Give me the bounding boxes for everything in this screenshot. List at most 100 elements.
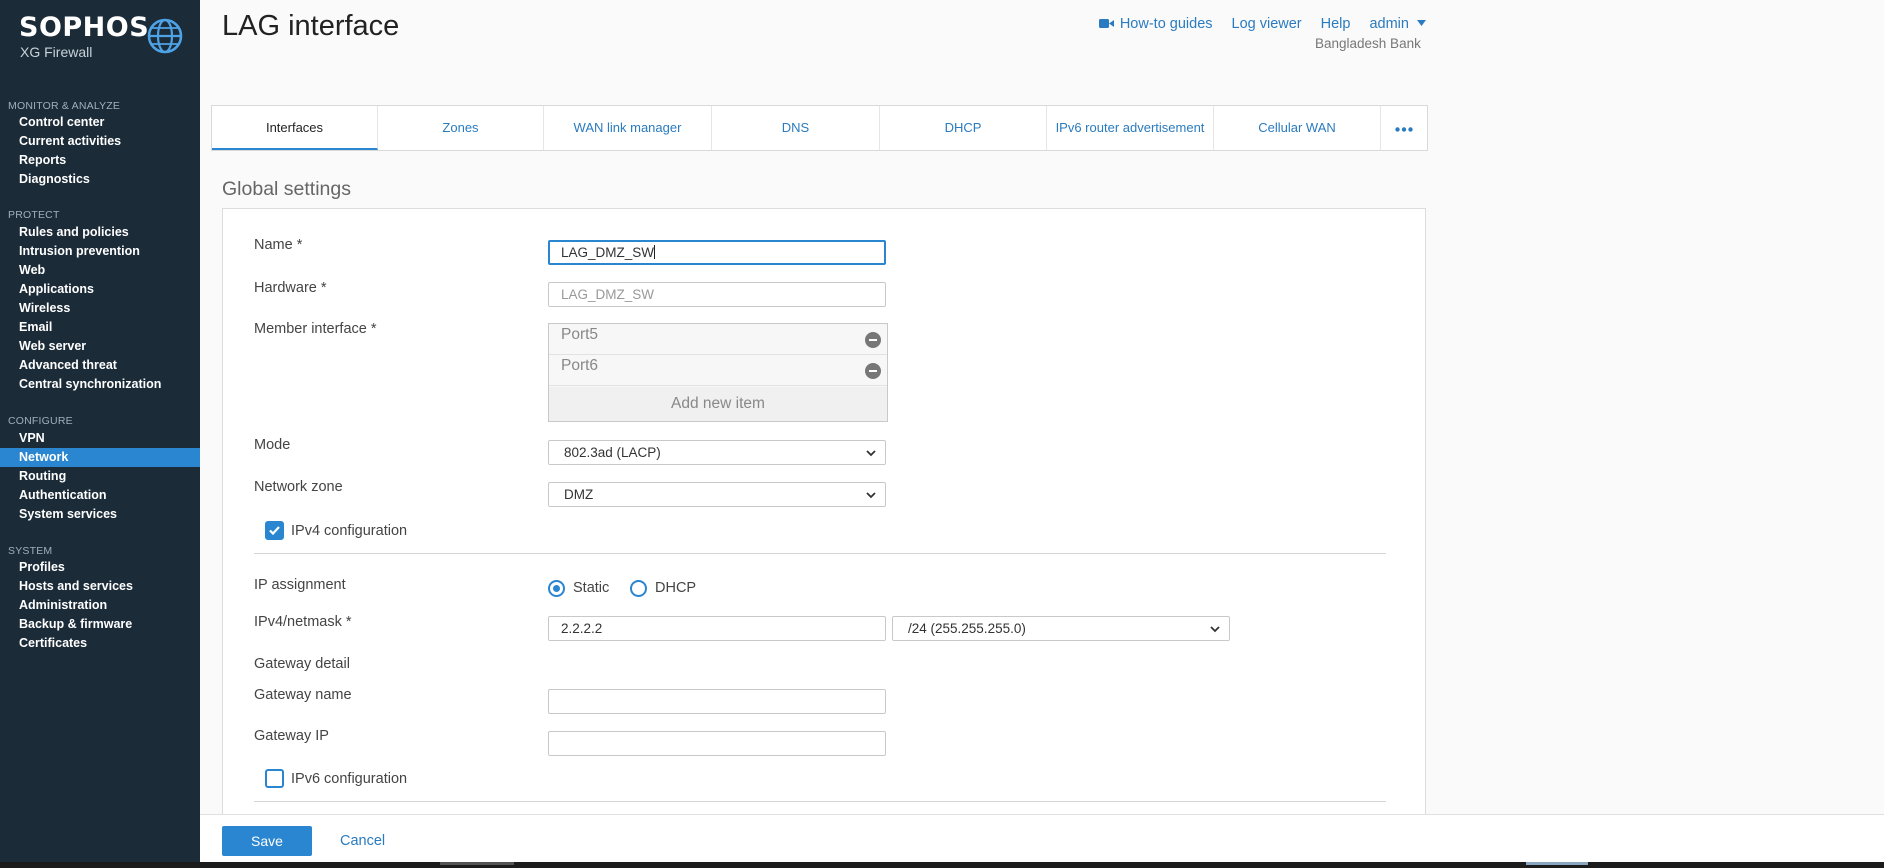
network-zone-label: Network zone xyxy=(254,479,343,495)
tab-more[interactable] xyxy=(1381,106,1427,150)
cancel-button[interactable]: Cancel xyxy=(340,826,385,856)
sidebar-item-routing[interactable]: Routing xyxy=(0,467,200,486)
remove-icon[interactable] xyxy=(865,332,881,348)
mode-value: 802.3ad (LACP) xyxy=(564,445,661,460)
name-input[interactable]: LAG_DMZ_SW xyxy=(548,240,886,265)
sidebar-item-backup-firmware[interactable]: Backup & firmware xyxy=(0,615,200,634)
member-interface-label: Member interface * xyxy=(254,321,377,337)
sidebar-item-web-server[interactable]: Web server xyxy=(0,337,200,356)
globe-icon xyxy=(147,18,183,54)
member-interface-list: Port5 Port6 Add new item xyxy=(548,323,888,422)
sidebar-item-advanced-threat[interactable]: Advanced threat xyxy=(0,356,200,375)
sidebar-item-authentication[interactable]: Authentication xyxy=(0,486,200,505)
admin-label: admin xyxy=(1369,16,1409,32)
gateway-name-label: Gateway name xyxy=(254,687,352,703)
howto-guides-link[interactable]: How-to guides xyxy=(1098,16,1213,32)
brand-product: XG Firewall xyxy=(20,44,93,60)
page-title: LAG interface xyxy=(222,10,400,42)
hardware-input: LAG_DMZ_SW xyxy=(548,282,886,307)
sidebar-item-applications[interactable]: Applications xyxy=(0,280,200,299)
static-radio-label: Static xyxy=(573,580,610,596)
sidebar-item-vpn[interactable]: VPN xyxy=(0,429,200,448)
divider xyxy=(254,801,1386,802)
chevron-down-icon xyxy=(1210,626,1220,633)
sidebar-item-current-activities[interactable]: Current activities xyxy=(0,132,200,151)
sidebar-item-diagnostics[interactable]: Diagnostics xyxy=(0,170,200,189)
add-new-item-button[interactable]: Add new item xyxy=(549,387,887,421)
name-label: Name * xyxy=(254,237,303,253)
mode-select[interactable]: 802.3ad (LACP) xyxy=(548,440,886,465)
sidebar-item-hosts-and-services[interactable]: Hosts and services xyxy=(0,577,200,596)
gateway-ip-input[interactable] xyxy=(548,731,886,756)
section-title: Global settings xyxy=(222,178,351,200)
bottom-bar-marker xyxy=(1526,862,1588,865)
form-footer: Save Cancel xyxy=(200,814,1884,862)
sidebar-item-network[interactable]: Network xyxy=(0,448,200,467)
hardware-label: Hardware * xyxy=(254,280,327,296)
network-zone-value: DMZ xyxy=(564,487,594,502)
name-value: LAG_DMZ_SW xyxy=(561,245,655,260)
caret-down-icon xyxy=(1417,20,1426,26)
member-item: Port5 xyxy=(549,324,887,355)
sidebar-item-rules-and-policies[interactable]: Rules and policies xyxy=(0,223,200,242)
gateway-detail-label: Gateway detail xyxy=(254,656,350,672)
sidebar: SOPHOS XG Firewall MONITOR & ANALYZE Con… xyxy=(0,0,200,868)
admin-menu[interactable]: admin xyxy=(1369,16,1426,32)
sidebar-item-certificates[interactable]: Certificates xyxy=(0,634,200,653)
sidebar-item-central-synchronization[interactable]: Central synchronization xyxy=(0,375,200,394)
dhcp-radio-label: DHCP xyxy=(655,580,697,596)
sidebar-item-control-center[interactable]: Control center xyxy=(0,113,200,132)
sidebar-item-administration[interactable]: Administration xyxy=(0,596,200,615)
brand-logo[interactable]: SOPHOS XG Firewall xyxy=(19,10,189,60)
organization-name: Bangladesh Bank xyxy=(1315,36,1421,51)
dhcp-radio[interactable] xyxy=(630,580,647,597)
divider xyxy=(254,553,1386,554)
log-viewer-link[interactable]: Log viewer xyxy=(1232,16,1302,32)
member-item: Port6 xyxy=(549,355,887,386)
tab-dns[interactable]: DNS xyxy=(712,106,880,150)
netmask-select[interactable]: /24 (255.255.255.0) xyxy=(892,616,1230,641)
tab-zones[interactable]: Zones xyxy=(378,106,544,150)
brand-name: SOPHOS xyxy=(19,12,150,43)
ipv6-configuration-label: IPv6 configuration xyxy=(291,771,408,787)
chevron-down-icon xyxy=(866,450,876,457)
static-radio[interactable] xyxy=(548,580,565,597)
tab-wan-link-manager[interactable]: WAN link manager xyxy=(544,106,712,150)
ipv4-netmask-label: IPv4/netmask * xyxy=(254,614,352,630)
tab-ipv6-router-advertisement[interactable]: IPv6 router advertisement xyxy=(1047,106,1214,150)
help-link[interactable]: Help xyxy=(1321,16,1351,32)
network-zone-select[interactable]: DMZ xyxy=(548,482,886,507)
ip-assignment-label: IP assignment xyxy=(254,577,346,593)
howto-guides-label: How-to guides xyxy=(1119,16,1213,32)
netmask-value: /24 (255.255.255.0) xyxy=(908,621,1026,636)
sidebar-item-intrusion-prevention[interactable]: Intrusion prevention xyxy=(0,242,200,261)
nav-section-configure: CONFIGURE xyxy=(8,415,73,427)
ipv4-address-input[interactable]: 2.2.2.2 xyxy=(548,616,886,641)
checkmark-icon xyxy=(269,526,280,536)
save-button[interactable]: Save xyxy=(222,826,312,856)
top-links: How-to guides Log viewer Help admin xyxy=(1098,16,1426,32)
sidebar-item-web[interactable]: Web xyxy=(0,261,200,280)
bottom-bar xyxy=(0,862,1884,868)
gateway-name-input[interactable] xyxy=(548,689,886,714)
sidebar-item-wireless[interactable]: Wireless xyxy=(0,299,200,318)
mode-label: Mode xyxy=(254,437,291,453)
tab-dhcp[interactable]: DHCP xyxy=(880,106,1047,150)
ipv4-configuration-label: IPv4 configuration xyxy=(291,523,408,539)
video-camera-icon xyxy=(1098,19,1114,28)
remove-icon[interactable] xyxy=(865,363,881,379)
chevron-down-icon xyxy=(866,492,876,499)
tab-bar: Interfaces Zones WAN link manager DNS DH… xyxy=(211,105,1428,151)
ipv4-configuration-checkbox[interactable] xyxy=(265,521,284,540)
nav-section-protect: PROTECT xyxy=(8,209,60,221)
sidebar-item-reports[interactable]: Reports xyxy=(0,151,200,170)
bottom-bar-marker xyxy=(440,862,514,865)
nav-section-monitor: MONITOR & ANALYZE xyxy=(8,100,121,112)
sidebar-item-email[interactable]: Email xyxy=(0,318,200,337)
sidebar-item-profiles[interactable]: Profiles xyxy=(0,558,200,577)
sidebar-item-system-services[interactable]: System services xyxy=(0,505,200,524)
ipv6-configuration-checkbox[interactable] xyxy=(265,769,284,788)
tab-interfaces[interactable]: Interfaces xyxy=(212,106,378,150)
tab-cellular-wan[interactable]: Cellular WAN xyxy=(1214,106,1381,150)
member-item-label: Port5 xyxy=(561,326,599,343)
